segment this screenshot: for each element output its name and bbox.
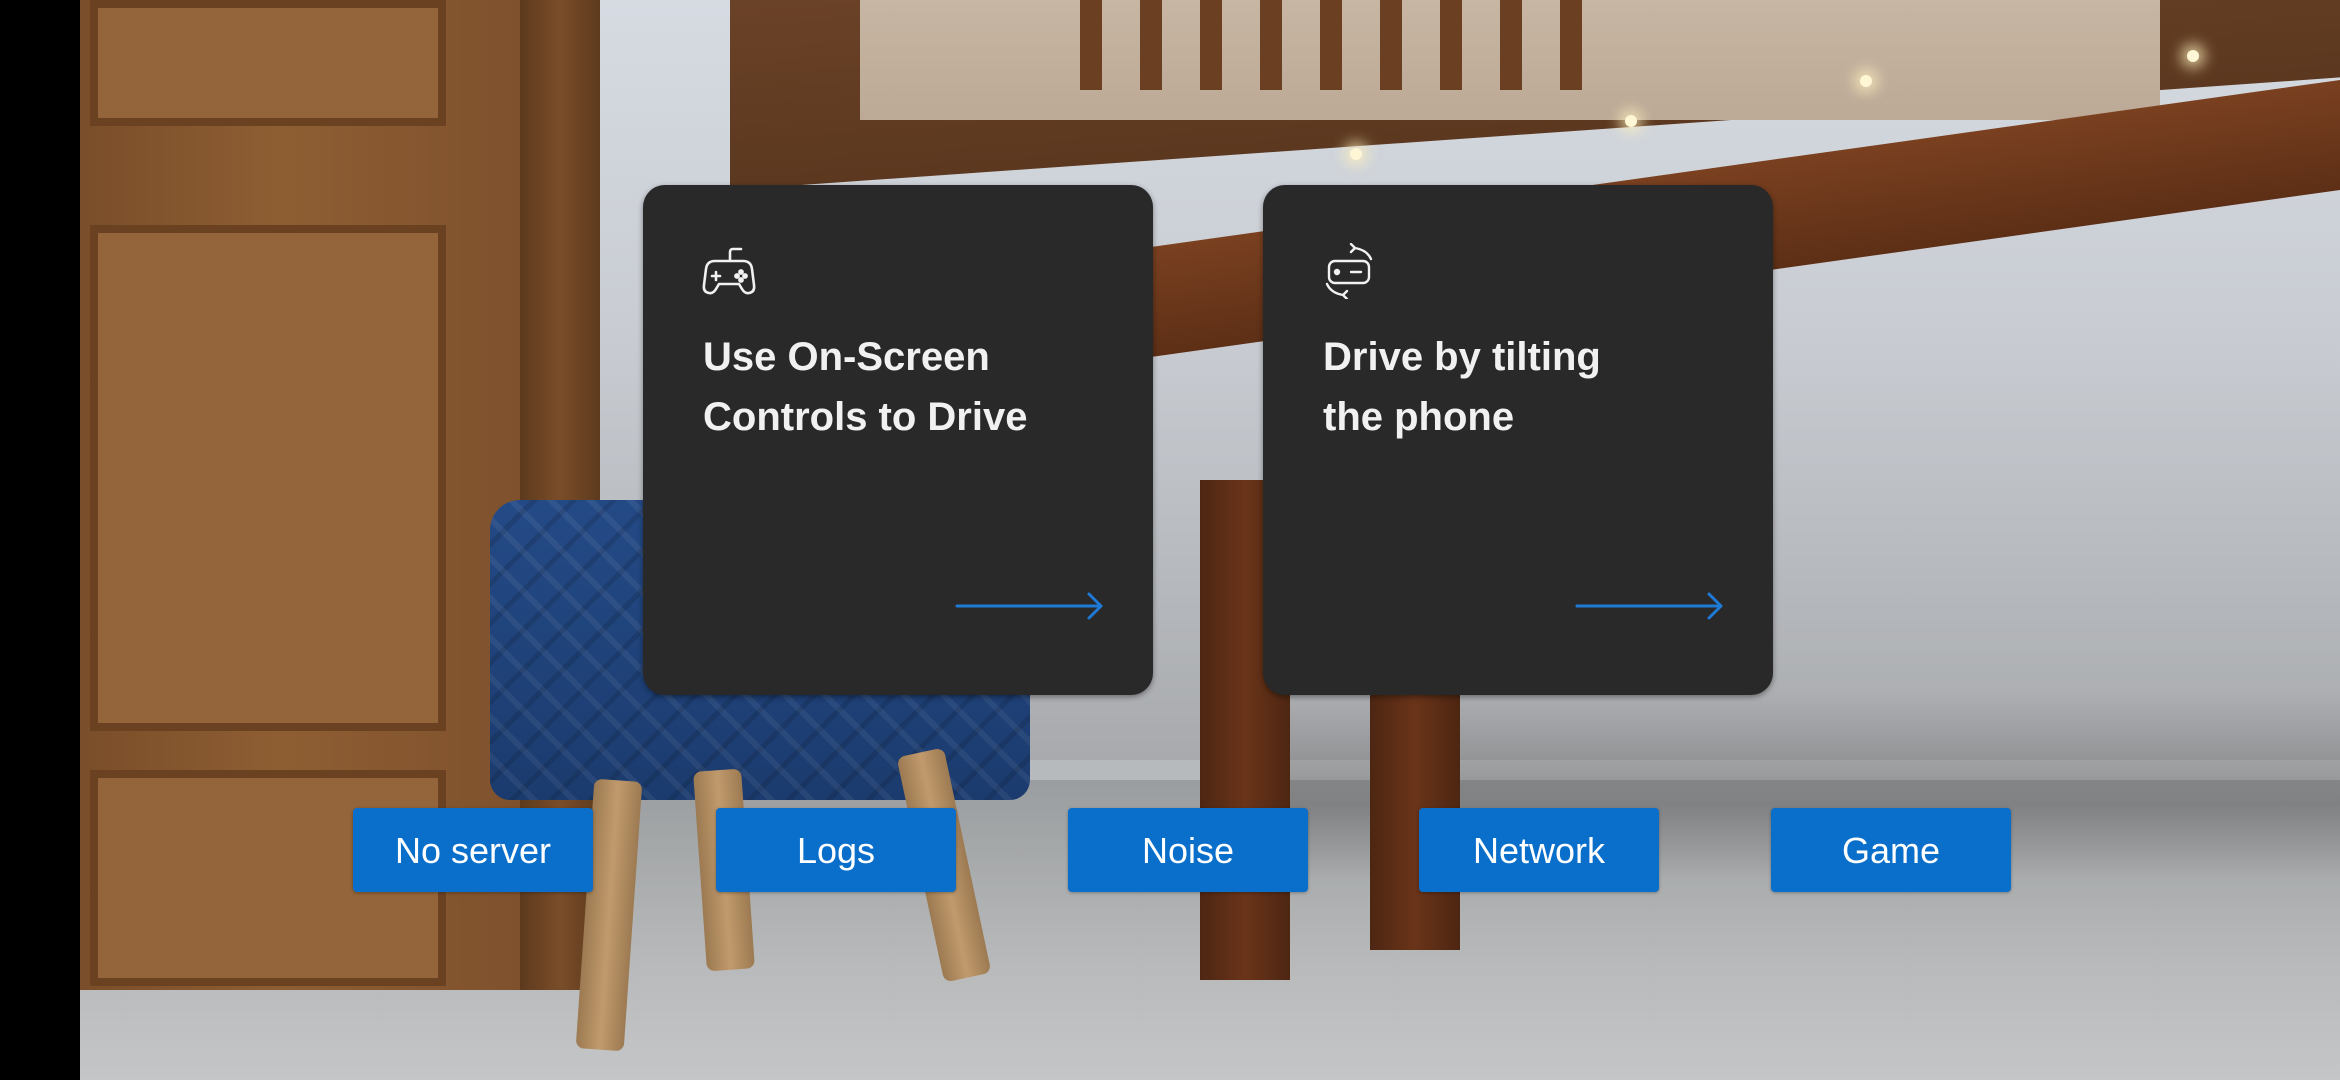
card-title-line: Use On-Screen: [703, 335, 990, 379]
camera-slat: [1380, 0, 1402, 90]
camera-slat: [1320, 0, 1342, 90]
card-title-line: Controls to Drive: [703, 395, 1028, 439]
logs-button[interactable]: Logs: [716, 808, 956, 892]
noise-button[interactable]: Noise: [1068, 808, 1308, 892]
no-server-button[interactable]: No server: [353, 808, 593, 892]
network-button[interactable]: Network: [1419, 808, 1659, 892]
camera-string-light: [1860, 75, 1872, 87]
tilt-phone-card[interactable]: Drive by tilting the phone: [1263, 185, 1773, 695]
camera-slat: [1260, 0, 1282, 90]
camera-slat: [1080, 0, 1102, 90]
arrow-right-icon: [1575, 588, 1725, 624]
onscreen-controls-card[interactable]: Use On-Screen Controls to Drive: [643, 185, 1153, 695]
camera-slat: [1200, 0, 1222, 90]
camera-slat: [1440, 0, 1462, 90]
phone-rotate-icon: [1321, 243, 1377, 299]
card-title-line: Drive by tilting: [1323, 335, 1601, 379]
camera-door-panel: [90, 0, 446, 126]
left-system-bar: [0, 0, 80, 1080]
camera-string-light: [1625, 115, 1637, 127]
camera-slat: [1560, 0, 1582, 90]
card-title-line: the phone: [1323, 395, 1515, 439]
camera-preview: [80, 0, 2340, 1080]
app-screen: Use On-Screen Controls to Drive Drive by…: [0, 0, 2340, 1080]
card-title: Drive by tilting the phone: [1323, 327, 1733, 447]
camera-door-panel: [90, 225, 446, 731]
card-title: Use On-Screen Controls to Drive: [703, 327, 1113, 447]
camera-slat: [1500, 0, 1522, 90]
camera-slat: [1140, 0, 1162, 90]
arrow-right-icon: [955, 588, 1105, 624]
camera-string-light: [2187, 50, 2199, 62]
camera-string-light: [1350, 148, 1362, 160]
gamepad-icon: [701, 243, 757, 299]
game-button[interactable]: Game: [1771, 808, 2011, 892]
